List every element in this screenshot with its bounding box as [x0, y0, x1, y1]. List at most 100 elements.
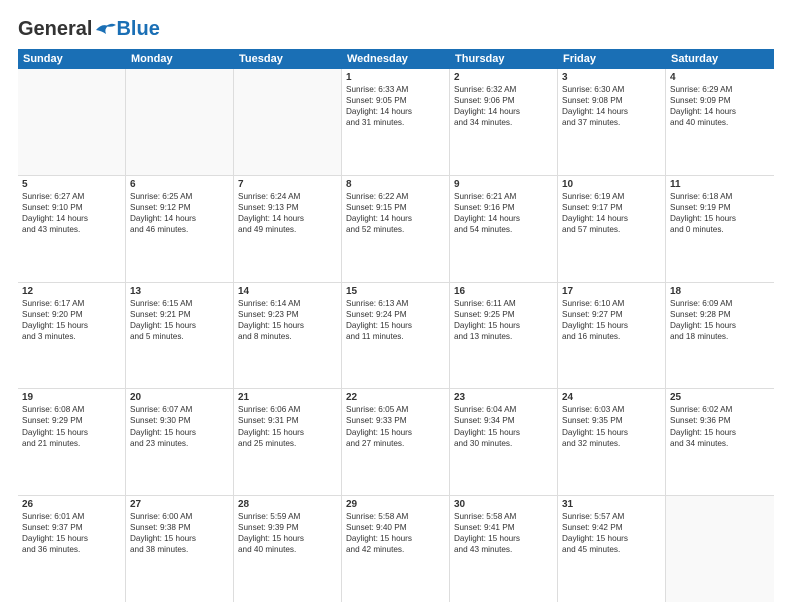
cell-line: Sunset: 9:37 PM [22, 522, 121, 533]
cell-line: Sunrise: 6:18 AM [670, 191, 770, 202]
page: General Blue SundayMondayTuesdayWednesda… [0, 0, 792, 612]
day-number: 9 [454, 179, 553, 190]
cell-line: Sunset: 9:08 PM [562, 95, 661, 106]
day-number: 1 [346, 72, 445, 83]
day-number: 23 [454, 392, 553, 403]
cell-line: Sunset: 9:25 PM [454, 309, 553, 320]
weekday-header: Thursday [450, 49, 558, 69]
calendar-cell: 27Sunrise: 6:00 AMSunset: 9:38 PMDayligh… [126, 496, 234, 602]
calendar-cell: 28Sunrise: 5:59 AMSunset: 9:39 PMDayligh… [234, 496, 342, 602]
calendar-cell [234, 69, 342, 175]
cell-line: Sunset: 9:10 PM [22, 202, 121, 213]
day-number: 28 [238, 499, 337, 510]
cell-line: Sunset: 9:05 PM [346, 95, 445, 106]
calendar-row: 5Sunrise: 6:27 AMSunset: 9:10 PMDaylight… [18, 176, 774, 283]
cell-line: Daylight: 14 hours [238, 213, 337, 224]
cell-line: Sunset: 9:12 PM [130, 202, 229, 213]
cell-line: Sunset: 9:20 PM [22, 309, 121, 320]
cell-line: Sunset: 9:41 PM [454, 522, 553, 533]
cell-line: and 27 minutes. [346, 438, 445, 449]
cell-line: and 34 minutes. [670, 438, 770, 449]
cell-line: and 34 minutes. [454, 117, 553, 128]
cell-line: Sunset: 9:42 PM [562, 522, 661, 533]
day-number: 29 [346, 499, 445, 510]
cell-line: Daylight: 15 hours [130, 320, 229, 331]
cell-line: Sunrise: 6:25 AM [130, 191, 229, 202]
cell-line: Sunrise: 6:13 AM [346, 298, 445, 309]
cell-line: Sunrise: 6:04 AM [454, 404, 553, 415]
cell-line: Sunset: 9:39 PM [238, 522, 337, 533]
calendar-cell: 23Sunrise: 6:04 AMSunset: 9:34 PMDayligh… [450, 389, 558, 495]
logo: General Blue [18, 18, 160, 41]
cell-line: Daylight: 15 hours [346, 427, 445, 438]
cell-line: Sunrise: 6:27 AM [22, 191, 121, 202]
cell-line: and 3 minutes. [22, 331, 121, 342]
calendar-cell [666, 496, 774, 602]
cell-line: Daylight: 15 hours [346, 320, 445, 331]
cell-line: Sunset: 9:16 PM [454, 202, 553, 213]
cell-line: Sunset: 9:13 PM [238, 202, 337, 213]
cell-line: Sunset: 9:15 PM [346, 202, 445, 213]
calendar-cell: 13Sunrise: 6:15 AMSunset: 9:21 PMDayligh… [126, 283, 234, 389]
cell-line: and 49 minutes. [238, 224, 337, 235]
cell-line: and 8 minutes. [238, 331, 337, 342]
cell-line: Sunrise: 5:58 AM [454, 511, 553, 522]
day-number: 27 [130, 499, 229, 510]
cell-line: Sunset: 9:31 PM [238, 415, 337, 426]
cell-line: Sunset: 9:40 PM [346, 522, 445, 533]
day-number: 11 [670, 179, 770, 190]
cell-line: Daylight: 15 hours [562, 533, 661, 544]
day-number: 25 [670, 392, 770, 403]
cell-line: Sunset: 9:28 PM [670, 309, 770, 320]
header: General Blue [18, 18, 774, 41]
cell-line: Sunrise: 6:09 AM [670, 298, 770, 309]
weekday-header: Saturday [666, 49, 774, 69]
calendar-header: SundayMondayTuesdayWednesdayThursdayFrid… [18, 49, 774, 69]
day-number: 7 [238, 179, 337, 190]
cell-line: Sunrise: 5:57 AM [562, 511, 661, 522]
calendar-cell: 16Sunrise: 6:11 AMSunset: 9:25 PMDayligh… [450, 283, 558, 389]
calendar-cell: 31Sunrise: 5:57 AMSunset: 9:42 PMDayligh… [558, 496, 666, 602]
day-number: 5 [22, 179, 121, 190]
cell-line: Sunrise: 6:22 AM [346, 191, 445, 202]
cell-line: and 32 minutes. [562, 438, 661, 449]
day-number: 15 [346, 286, 445, 297]
calendar-cell [126, 69, 234, 175]
cell-line: Sunrise: 5:59 AM [238, 511, 337, 522]
cell-line: and 23 minutes. [130, 438, 229, 449]
cell-line: Sunrise: 6:19 AM [562, 191, 661, 202]
cell-line: and 16 minutes. [562, 331, 661, 342]
cell-line: Daylight: 15 hours [130, 533, 229, 544]
cell-line: and 18 minutes. [670, 331, 770, 342]
cell-line: and 31 minutes. [346, 117, 445, 128]
cell-line: Daylight: 15 hours [454, 320, 553, 331]
cell-line: Sunrise: 6:33 AM [346, 84, 445, 95]
cell-line: and 40 minutes. [670, 117, 770, 128]
cell-line: Sunrise: 6:14 AM [238, 298, 337, 309]
cell-line: Daylight: 14 hours [22, 213, 121, 224]
calendar-row: 26Sunrise: 6:01 AMSunset: 9:37 PMDayligh… [18, 496, 774, 602]
day-number: 16 [454, 286, 553, 297]
cell-line: and 5 minutes. [130, 331, 229, 342]
cell-line: and 57 minutes. [562, 224, 661, 235]
calendar-cell: 2Sunrise: 6:32 AMSunset: 9:06 PMDaylight… [450, 69, 558, 175]
cell-line: Daylight: 15 hours [130, 427, 229, 438]
cell-line: Sunset: 9:35 PM [562, 415, 661, 426]
cell-line: Sunrise: 6:29 AM [670, 84, 770, 95]
calendar-row: 19Sunrise: 6:08 AMSunset: 9:29 PMDayligh… [18, 389, 774, 496]
cell-line: Sunset: 9:36 PM [670, 415, 770, 426]
cell-line: Sunset: 9:33 PM [346, 415, 445, 426]
cell-line: Daylight: 15 hours [238, 320, 337, 331]
day-number: 12 [22, 286, 121, 297]
cell-line: and 25 minutes. [238, 438, 337, 449]
logo-general: General [18, 18, 92, 41]
cell-line: and 43 minutes. [22, 224, 121, 235]
day-number: 14 [238, 286, 337, 297]
cell-line: Sunrise: 6:21 AM [454, 191, 553, 202]
cell-line: Daylight: 14 hours [130, 213, 229, 224]
cell-line: Daylight: 14 hours [670, 106, 770, 117]
calendar-cell: 15Sunrise: 6:13 AMSunset: 9:24 PMDayligh… [342, 283, 450, 389]
cell-line: and 45 minutes. [562, 544, 661, 555]
cell-line: and 37 minutes. [562, 117, 661, 128]
cell-line: Sunrise: 6:07 AM [130, 404, 229, 415]
